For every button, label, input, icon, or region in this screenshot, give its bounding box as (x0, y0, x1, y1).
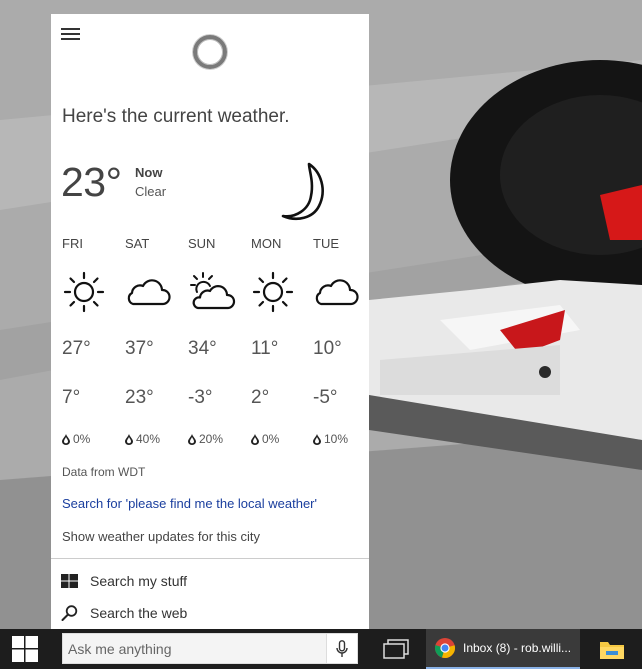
search-the-web-button[interactable]: Search the web (61, 602, 187, 624)
day-name: SAT (125, 236, 150, 251)
windows-icon (61, 573, 78, 588)
high-temperature: 11° (251, 338, 279, 359)
hamburger-menu-icon[interactable] (61, 28, 81, 42)
raindrop-icon (313, 433, 321, 445)
divider (51, 558, 369, 559)
file-explorer-button[interactable] (596, 637, 628, 663)
start-button[interactable] (0, 629, 50, 669)
precipitation: 40% (125, 432, 160, 446)
search-my-stuff-label: Search my stuff (90, 573, 188, 589)
weather-updates-link[interactable]: Show weather updates for this city (62, 529, 260, 544)
now-label: Now (135, 165, 163, 180)
data-source: Data from WDT (62, 465, 146, 479)
task-view-button[interactable] (378, 637, 412, 661)
raindrop-icon (125, 433, 133, 445)
raindrop-icon (188, 433, 196, 445)
current-condition: Clear (135, 184, 167, 199)
day-name: FRI (62, 236, 83, 251)
precipitation-value: 0% (73, 432, 91, 446)
search-input[interactable] (63, 634, 325, 663)
cortana-panel: Here's the current weather. 23° Now Clea… (51, 14, 369, 629)
high-temperature: 27° (62, 338, 91, 359)
day-name: MON (251, 236, 282, 251)
cortana-search-box[interactable] (62, 633, 358, 664)
day-name: TUE (313, 236, 339, 251)
forecast-day: TUE 10° -5° 10% (313, 236, 373, 446)
chrome-icon (434, 638, 455, 658)
low-temperature: -3° (188, 387, 213, 408)
precipitation-value: 0% (262, 432, 280, 446)
forecast-day: FRI 27° 7° 0% (62, 236, 122, 446)
raindrop-icon (251, 433, 259, 445)
sun-icon (252, 271, 294, 313)
microphone-button[interactable] (326, 634, 357, 663)
cloud-icon (127, 279, 171, 306)
precipitation-value: 20% (199, 432, 224, 446)
search-icon (61, 605, 78, 621)
precipitation: 0% (62, 432, 90, 446)
search-the-web-label: Search the web (90, 605, 188, 621)
high-temperature: 34° (188, 338, 217, 359)
partly-cloudy-icon (190, 272, 236, 310)
low-temperature: 7° (62, 387, 81, 408)
current-temperature: 23° (61, 159, 122, 205)
forecast-day: SUN 34° -3° 20% (188, 236, 248, 446)
high-temperature: 37° (125, 338, 154, 359)
precipitation-value: 10% (324, 432, 349, 446)
raindrop-icon (62, 433, 70, 445)
chrome-task-label: Inbox (8) - rob.willi... (463, 641, 572, 655)
low-temperature: -5° (313, 387, 338, 408)
precipitation: 0% (251, 432, 279, 446)
cortana-logo (193, 35, 227, 69)
folder-icon (600, 642, 624, 659)
task-view-icon (383, 639, 409, 659)
precipitation: 20% (188, 432, 223, 446)
precipitation-value: 40% (136, 432, 161, 446)
forecast-day: MON 11° 2° 0% (251, 236, 311, 446)
chrome-taskbar-button[interactable]: Inbox (8) - rob.willi... (426, 629, 580, 669)
high-temperature: 10° (313, 338, 342, 359)
moon-icon (281, 162, 324, 220)
precipitation: 10% (313, 432, 348, 446)
taskbar: Inbox (8) - rob.willi... (0, 629, 642, 669)
low-temperature: 2° (251, 387, 270, 408)
weather-headline: Here's the current weather. (62, 106, 290, 127)
search-my-stuff-button[interactable]: Search my stuff (61, 570, 187, 592)
cloud-icon (315, 279, 359, 306)
sun-icon (63, 271, 105, 313)
forecast-day: SAT 37° 23° 40% (125, 236, 185, 446)
microphone-icon (336, 639, 348, 657)
day-name: SUN (188, 236, 216, 251)
low-temperature: 23° (125, 387, 154, 408)
windows-logo-icon (12, 636, 38, 662)
search-weather-link[interactable]: Search for 'please find me the local wea… (62, 496, 317, 511)
